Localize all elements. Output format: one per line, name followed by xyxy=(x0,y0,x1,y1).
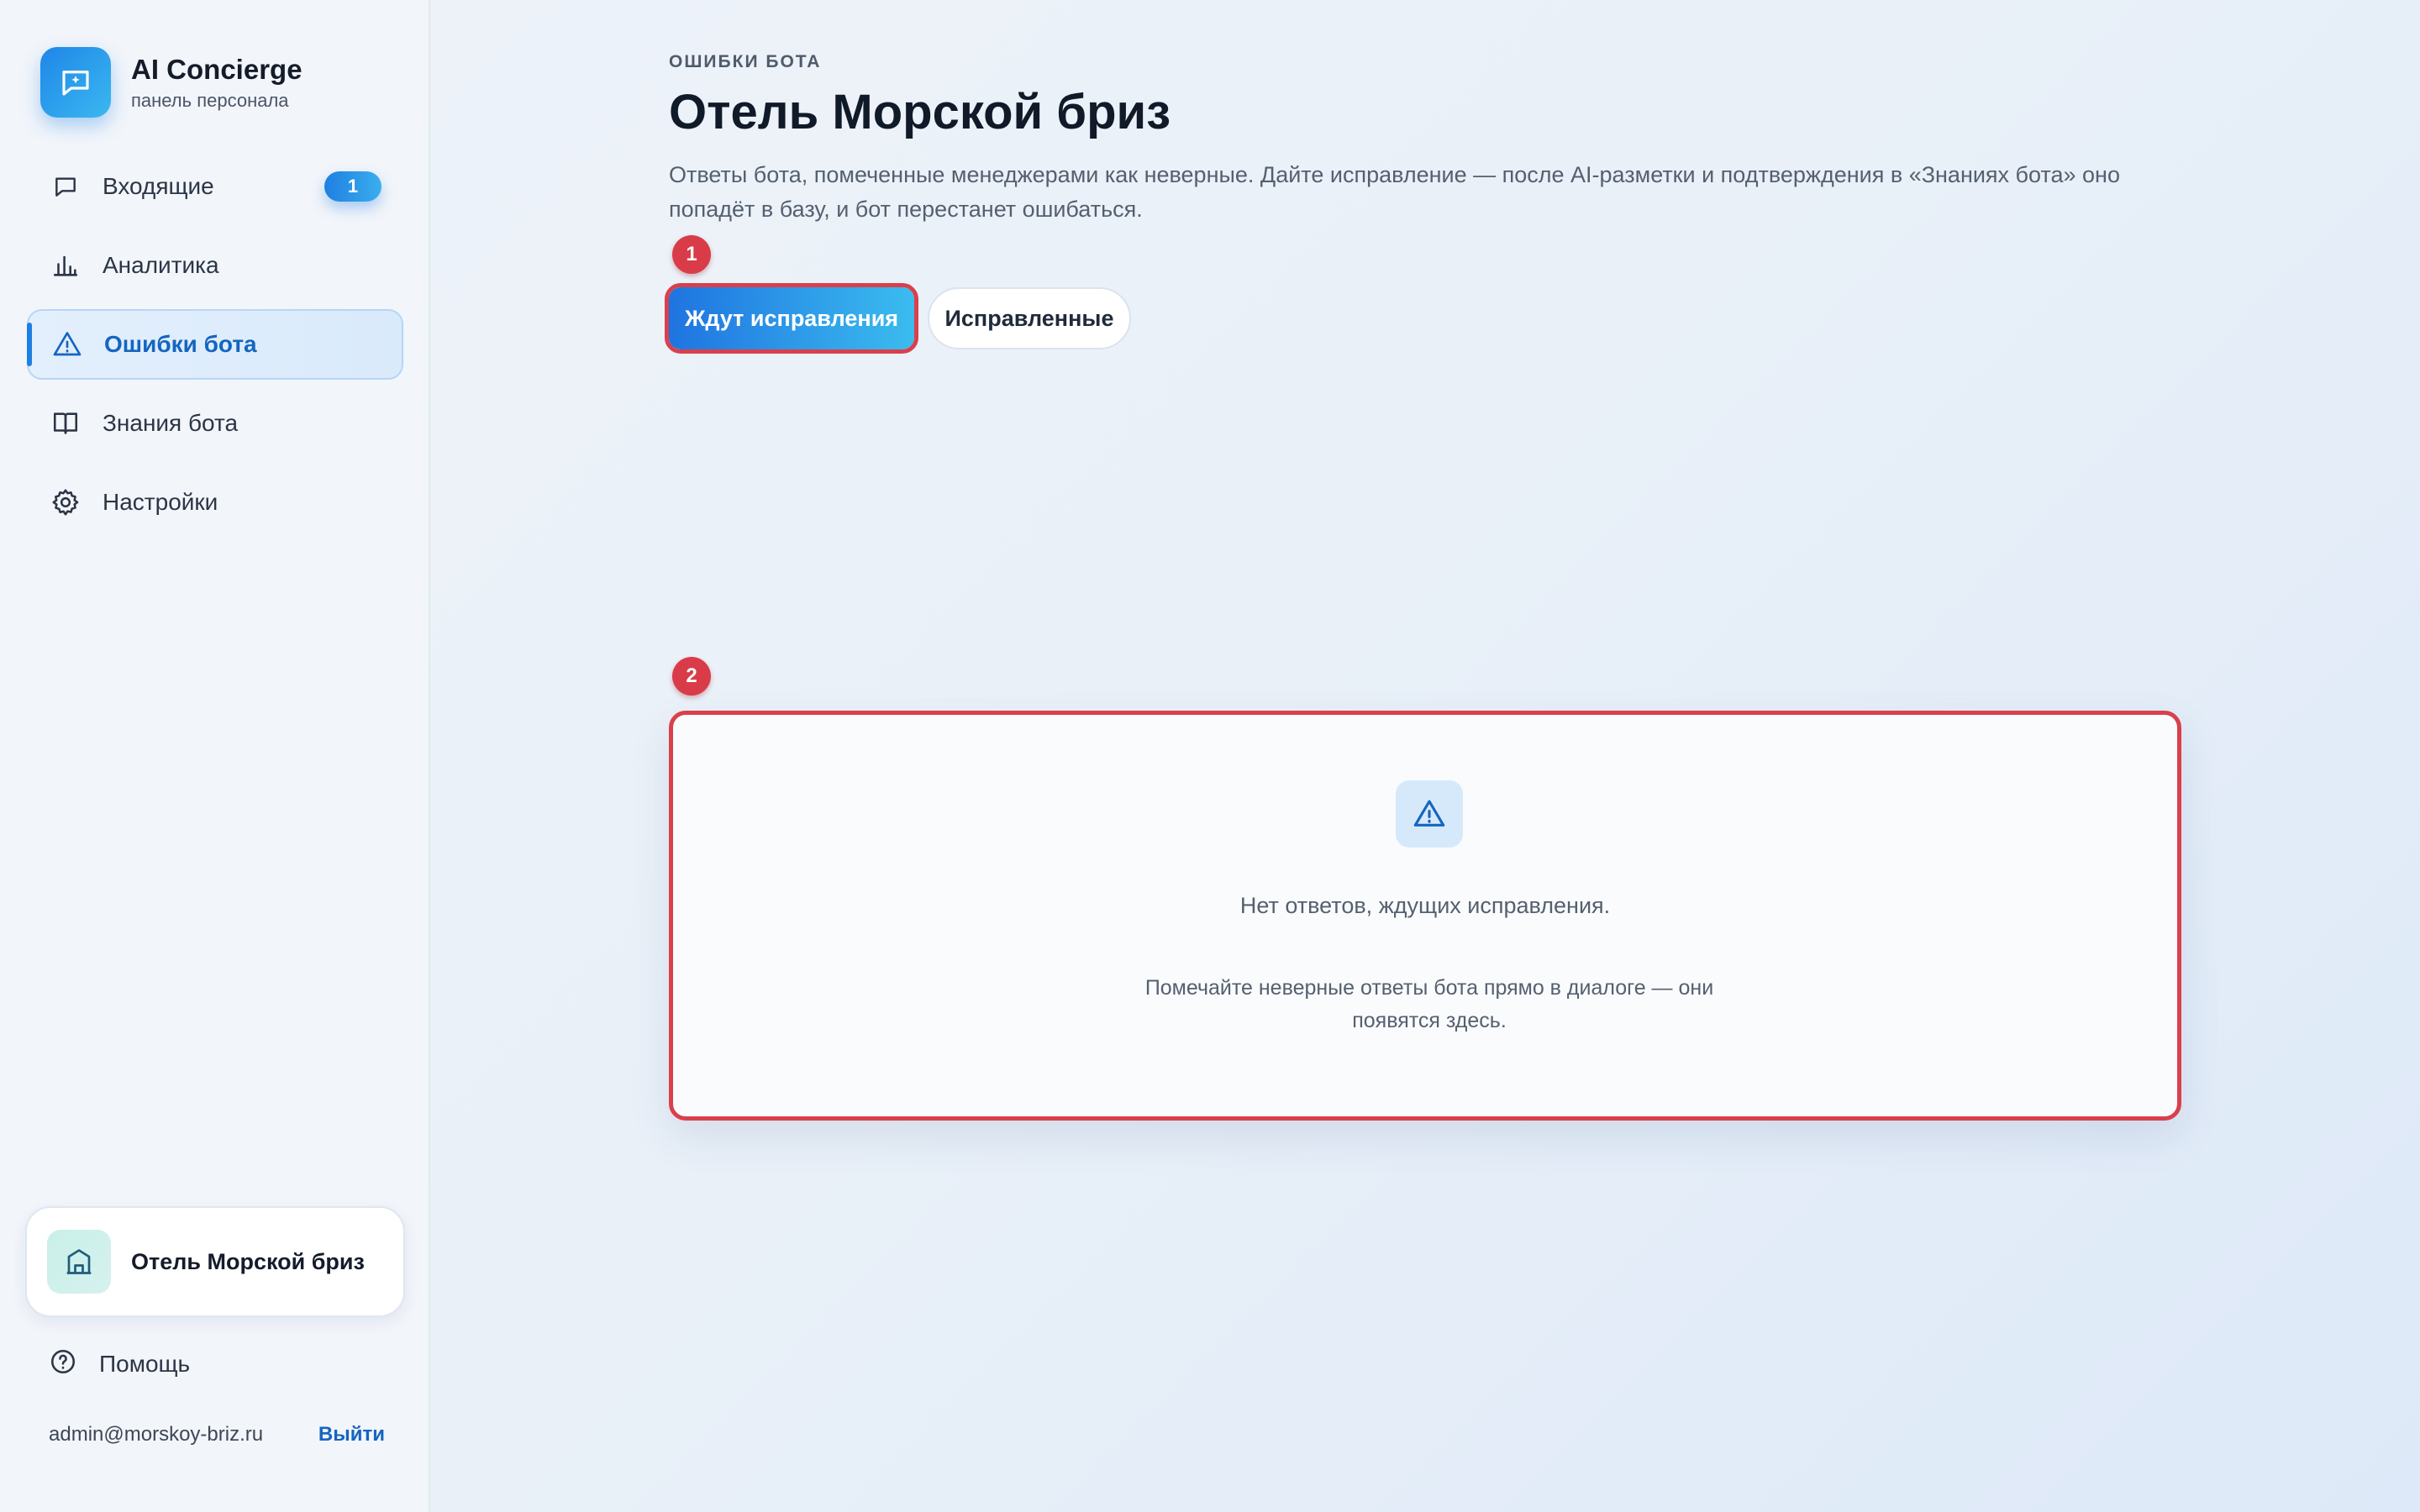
brand: AI Concierge панель персонала xyxy=(40,47,302,118)
tab-awaiting-correction[interactable]: Ждут исправления xyxy=(665,283,918,354)
sidebar-nav: Входящие 1 Аналитика Ошибки бота Знания … xyxy=(27,151,403,546)
help-circle-icon xyxy=(49,1347,77,1380)
chat-sparkle-icon xyxy=(40,47,111,118)
sidebar-item-label: Настройки xyxy=(103,489,218,515)
app-title: AI Concierge xyxy=(131,54,302,85)
logout-button[interactable]: Выйти xyxy=(318,1423,385,1446)
bar-chart-icon xyxy=(50,250,81,281)
hotel-selector[interactable]: Отель Морской бриз xyxy=(25,1206,405,1317)
tabs: Ждут исправления Исправленные xyxy=(665,283,1131,354)
sidebar-item-bot-knowledge[interactable]: Знания бота xyxy=(27,388,403,459)
warning-icon xyxy=(1396,780,1463,848)
help-link[interactable]: Помощь xyxy=(49,1347,190,1380)
annotation-marker-2: 2 xyxy=(672,657,711,696)
sidebar-item-analytics[interactable]: Аналитика xyxy=(27,230,403,301)
user-email: admin@morskoy-briz.ru xyxy=(49,1423,264,1446)
chat-icon xyxy=(50,171,81,202)
annotation-marker-1: 1 xyxy=(672,235,711,274)
sidebar-item-label: Аналитика xyxy=(103,252,219,278)
inbox-count-badge: 1 xyxy=(324,171,381,202)
tab-corrected[interactable]: Исправленные xyxy=(928,287,1131,349)
page-description: Ответы бота, помеченные менеджерами как … xyxy=(669,162,2120,222)
page-eyebrow: ОШИБКИ БОТА xyxy=(669,52,822,71)
sidebar-item-label: Ошибки бота xyxy=(104,331,257,357)
gear-icon xyxy=(50,487,81,517)
help-label: Помощь xyxy=(99,1350,191,1377)
sidebar: AI Concierge панель персонала Входящие 1… xyxy=(0,0,430,1512)
book-icon xyxy=(50,408,81,438)
sidebar-item-label: Знания бота xyxy=(103,410,239,436)
empty-state-hint: Помечайте неверные ответы бота прямо в д… xyxy=(1144,976,1714,1032)
sidebar-item-settings[interactable]: Настройки xyxy=(27,467,403,538)
hotel-name: Отель Морской бриз xyxy=(131,1248,365,1274)
building-icon xyxy=(47,1230,111,1294)
sidebar-item-bot-errors[interactable]: Ошибки бота xyxy=(27,309,403,380)
account-row: admin@morskoy-briz.ru Выйти xyxy=(49,1423,385,1446)
page-title: Отель Морской бриз xyxy=(669,85,1171,139)
empty-state-card: Нет ответов, ждущих исправления. Помечай… xyxy=(669,711,2181,1121)
warning-icon xyxy=(52,329,82,360)
sidebar-item-label: Входящие xyxy=(103,173,214,199)
sidebar-item-inbox[interactable]: Входящие 1 xyxy=(27,151,403,222)
empty-state-title: Нет ответов, ждущих исправления. xyxy=(1239,893,1611,918)
app-subtitle: панель персонала xyxy=(131,90,289,111)
